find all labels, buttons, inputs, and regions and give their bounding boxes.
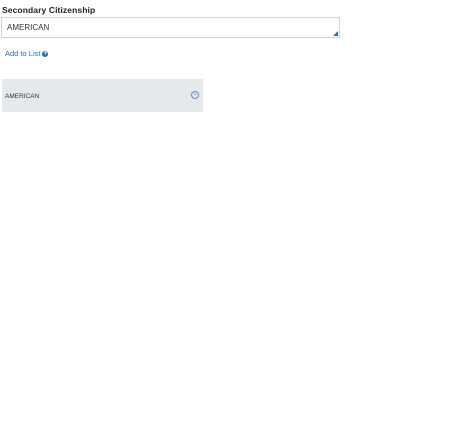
- list-item: AMERICAN ×: [2, 79, 203, 112]
- add-to-list-label: Add to List: [5, 49, 41, 58]
- remove-circle-icon[interactable]: ×: [191, 91, 199, 99]
- secondary-citizenship-label: Secondary Citizenship: [2, 5, 96, 15]
- resize-corner-icon: [333, 31, 338, 36]
- plus-circle-icon: +: [42, 50, 49, 57]
- add-to-list-link[interactable]: Add to List +: [5, 49, 49, 58]
- secondary-citizenship-value: AMERICAN: [7, 23, 50, 32]
- secondary-citizenship-input[interactable]: AMERICAN: [1, 17, 340, 38]
- list-item-label: AMERICAN: [5, 93, 40, 100]
